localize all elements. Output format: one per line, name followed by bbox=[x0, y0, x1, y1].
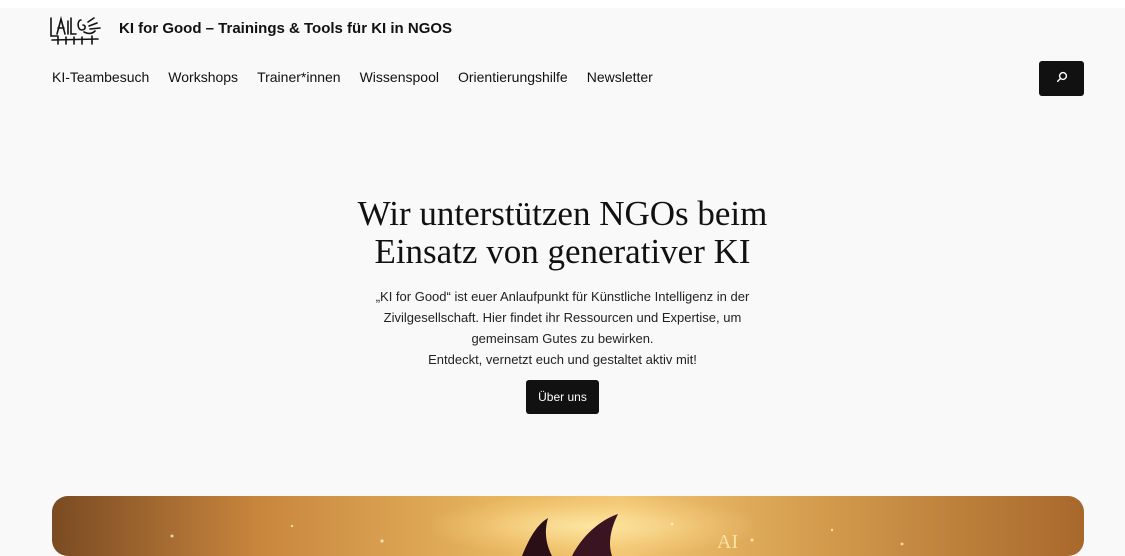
search-button[interactable] bbox=[1039, 61, 1084, 96]
svg-text:AI: AI bbox=[717, 531, 738, 553]
hero-title-line-2: Einsatz von generativer KI bbox=[374, 232, 751, 271]
hero-title-line-1: Wir unterstützen NGOs beim bbox=[357, 194, 768, 233]
ueber-uns-button[interactable]: Über uns bbox=[526, 380, 599, 414]
nav-item-newsletter[interactable]: Newsletter bbox=[587, 69, 653, 85]
hero-text-line: Zivilgesellschaft. Hier findet ihr Resso… bbox=[383, 310, 742, 325]
hero-text-line: gemeinsam Gutes zu bewirken. bbox=[471, 331, 654, 346]
nav-item-orientierungshilfe[interactable]: Orientierungshilfe bbox=[458, 69, 568, 85]
banner-illustration: AI bbox=[170, 514, 904, 556]
site-header: KI for Good – Trainings & Tools für KI i… bbox=[0, 0, 1125, 110]
nav-item-trainer-innen[interactable]: Trainer*innen bbox=[257, 69, 341, 85]
main-navigation: KI-Teambesuch Workshops Trainer*innen Wi… bbox=[52, 69, 672, 85]
hero-description: „KI for Good“ ist euer Anlaufpunkt für K… bbox=[0, 286, 1125, 370]
ai-logo-icon[interactable] bbox=[48, 14, 104, 46]
nav-item-wissenspool[interactable]: Wissenspool bbox=[360, 69, 439, 85]
hero-text-line: Entdeckt, vernetzt euch und gestaltet ak… bbox=[428, 352, 697, 367]
nav-item-workshops[interactable]: Workshops bbox=[168, 69, 238, 85]
hero-title: Wir unterstützen NGOs beim Einsatz von g… bbox=[0, 195, 1125, 271]
site-title[interactable]: KI for Good – Trainings & Tools für KI i… bbox=[119, 20, 452, 37]
hero-section: Wir unterstützen NGOs beim Einsatz von g… bbox=[0, 195, 1125, 414]
search-icon bbox=[1056, 70, 1068, 88]
nav-item-ki-teambesuch[interactable]: KI-Teambesuch bbox=[52, 69, 149, 85]
hero-banner-image: AI bbox=[52, 496, 1084, 556]
hero-text-line: „KI for Good“ ist euer Anlaufpunkt für K… bbox=[375, 289, 750, 304]
